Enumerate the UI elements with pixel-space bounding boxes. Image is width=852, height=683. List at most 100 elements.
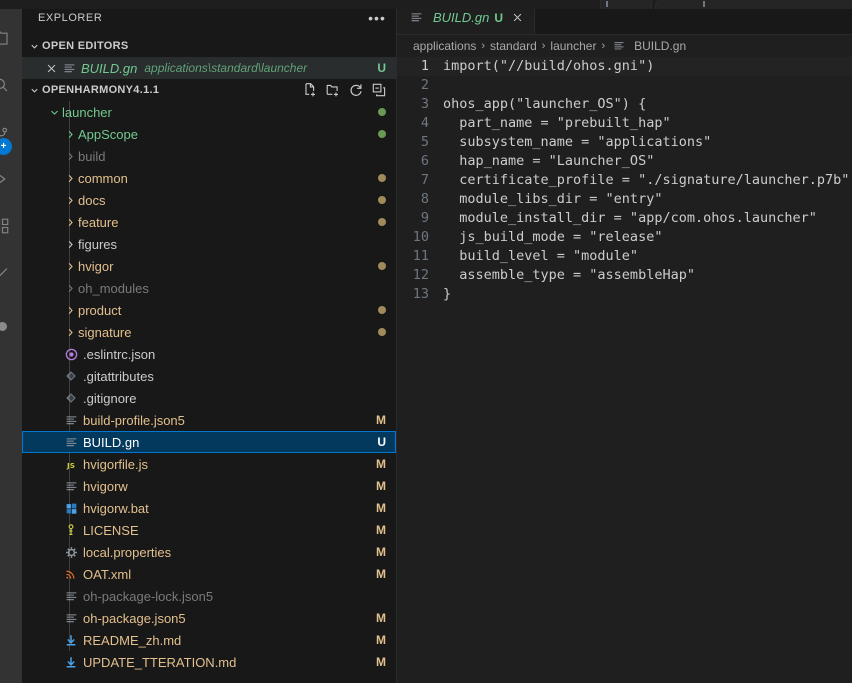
open-editors-header[interactable]: OPEN EDITORS xyxy=(22,35,396,57)
status-badge: M xyxy=(376,567,386,581)
code-line[interactable]: 3 ohos_app("launcher_OS") { xyxy=(397,95,852,114)
breadcrumb-item-1[interactable]: standard xyxy=(490,39,537,53)
breadcrumb-label: standard xyxy=(490,39,537,53)
chevron-right-icon[interactable] xyxy=(62,148,78,164)
run-debug-icon[interactable] xyxy=(0,167,13,191)
gear-file-icon xyxy=(62,544,80,560)
tree-file-hvigorfile-js[interactable]: JS hvigorfile.js M xyxy=(22,453,396,475)
tree-file-build-profile-json5[interactable]: build-profile.json5 M xyxy=(22,409,396,431)
search-icon[interactable] xyxy=(0,73,13,97)
more-actions-icon[interactable]: ••• xyxy=(366,7,388,29)
new-folder-icon[interactable] xyxy=(322,79,344,101)
extensions-icon[interactable] xyxy=(0,214,13,238)
tree-file-hvigorw[interactable]: hvigorw M xyxy=(22,475,396,497)
tree-file--gitignore[interactable]: .gitignore xyxy=(22,387,396,409)
collapse-all-icon[interactable] xyxy=(368,79,390,101)
source-control-badge: + xyxy=(0,138,12,155)
chevron-right-icon[interactable] xyxy=(62,192,78,208)
tree-item-label: oh-package-lock.json5 xyxy=(83,588,214,604)
tree-folder-docs[interactable]: docs xyxy=(22,189,396,211)
breadcrumb-item-0[interactable]: applications xyxy=(413,39,476,53)
tree-file-oat-xml[interactable]: OAT.xml M xyxy=(22,563,396,585)
tree-file-hvigorw-bat[interactable]: hvigorw.bat M xyxy=(22,497,396,519)
tree-folder-oh-modules[interactable]: oh_modules xyxy=(22,277,396,299)
tree-file--eslintrc-json[interactable]: .eslintrc.json xyxy=(22,343,396,365)
tree-file-update-tteration-md[interactable]: UPDATE_TTERATION.md M xyxy=(22,651,396,673)
code-line[interactable]: 4 part_name = "prebuilt_hap" xyxy=(397,114,852,133)
code-line-text: hap_name = "Launcher_OS" xyxy=(443,153,655,169)
breadcrumb-item-2[interactable]: launcher xyxy=(550,39,596,53)
line-number: 1 xyxy=(420,58,429,74)
line-number: 5 xyxy=(420,134,429,150)
explorer-icon[interactable] xyxy=(0,26,13,50)
chevron-right-icon[interactable] xyxy=(62,126,78,142)
tree-folder-signature[interactable]: signature xyxy=(22,321,396,343)
chevron-right-icon[interactable] xyxy=(62,170,78,186)
breadcrumb-separator-icon: › xyxy=(541,40,546,52)
tree-folder-appscope[interactable]: AppScope xyxy=(22,123,396,145)
code-editor[interactable]: 1 import("//build/ohos.gni") 2 3 ohos_app("l… xyxy=(397,57,852,683)
new-file-icon[interactable] xyxy=(299,79,321,101)
tree-folder-figures[interactable]: figures xyxy=(22,233,396,255)
tree-file-license[interactable]: LICENSE M xyxy=(22,519,396,541)
chevron-right-icon[interactable] xyxy=(62,324,78,340)
tree-file-oh-package-lock-json5[interactable]: oh-package-lock.json5 xyxy=(22,585,396,607)
tree-folder-launcher[interactable]: launcher xyxy=(22,101,396,123)
refresh-icon[interactable] xyxy=(345,79,367,101)
code-line[interactable]: 8 module_libs_dir = "entry" xyxy=(397,190,852,209)
gn-file-icon xyxy=(62,478,80,494)
tree-folder-feature[interactable]: feature xyxy=(22,211,396,233)
tree-folder-hvigor[interactable]: hvigor xyxy=(22,255,396,277)
code-line[interactable]: 5 subsystem_name = "applications" xyxy=(397,133,852,152)
chevron-down-icon[interactable] xyxy=(46,104,62,120)
code-line[interactable]: 6 hap_name = "Launcher_OS" xyxy=(397,152,852,171)
markdown-file-icon xyxy=(62,654,80,670)
tree-item-label: signature xyxy=(78,324,132,340)
close-icon[interactable] xyxy=(508,9,526,27)
tree-item-label: product xyxy=(78,302,122,318)
code-line[interactable]: 12 assemble_type = "assembleHap" xyxy=(397,266,852,285)
tree-file-oh-package-json5[interactable]: oh-package.json5 M xyxy=(22,607,396,629)
tree-file-local-properties[interactable]: local.properties M xyxy=(22,541,396,563)
workspace-header[interactable]: OPENHARMONY4.1.1 xyxy=(22,79,396,101)
code-line-text: certificate_profile = "./signature/launc… xyxy=(443,172,850,188)
status-badge: M xyxy=(376,633,386,647)
tree-folder-common[interactable]: common xyxy=(22,167,396,189)
status-badge: M xyxy=(376,611,386,625)
chevron-right-icon[interactable] xyxy=(62,214,78,230)
tree-item-label: build xyxy=(78,148,106,164)
chevron-right-icon[interactable] xyxy=(62,302,78,318)
code-line[interactable]: 11 build_level = "module" xyxy=(397,247,852,266)
json-file-icon xyxy=(62,610,80,626)
line-number: 13 xyxy=(412,286,429,302)
line-number: 4 xyxy=(420,115,429,131)
tree-item-label: common xyxy=(78,170,128,186)
testing-icon[interactable] xyxy=(0,261,13,285)
tree-item-label: LICENSE xyxy=(83,522,139,538)
breadcrumb-item-3[interactable]: BUILD.gn xyxy=(610,38,686,54)
chevron-right-icon[interactable] xyxy=(62,236,78,252)
tree-file-readme-zh-md[interactable]: README_zh.md M xyxy=(22,629,396,651)
chevron-right-icon[interactable] xyxy=(62,258,78,274)
accounts-icon[interactable] xyxy=(0,322,7,331)
code-line[interactable]: 10 js_build_mode = "release" xyxy=(397,228,852,247)
tree-item-label: hvigorfile.js xyxy=(83,456,149,472)
title-bar-tick-right xyxy=(703,1,705,7)
status-badge: M xyxy=(376,457,386,471)
open-editor-item[interactable]: BUILD.gn applications\standard\launcher … xyxy=(22,57,396,79)
code-line[interactable]: 9 module_install_dir = "app/com.ohos.lau… xyxy=(397,209,852,228)
chevron-right-icon[interactable] xyxy=(62,280,78,296)
code-line[interactable]: 7 certificate_profile = "./signature/lau… xyxy=(397,171,852,190)
tree-file-build-gn[interactable]: BUILD.gn U xyxy=(22,431,396,453)
tree-folder-product[interactable]: product xyxy=(22,299,396,321)
svg-text:JS: JS xyxy=(66,460,75,469)
close-icon[interactable] xyxy=(42,59,60,77)
breadcrumb-label: BUILD.gn xyxy=(634,39,687,53)
code-line[interactable]: 2 xyxy=(397,76,852,95)
gn-file-icon xyxy=(62,434,80,450)
code-line[interactable]: 1 import("//build/ohos.gni") xyxy=(397,57,852,76)
code-line[interactable]: 13} xyxy=(397,285,852,304)
tree-file--gitattributes[interactable]: .gitattributes xyxy=(22,365,396,387)
xml-file-icon xyxy=(62,566,80,582)
tree-folder-build[interactable]: build xyxy=(22,145,396,167)
